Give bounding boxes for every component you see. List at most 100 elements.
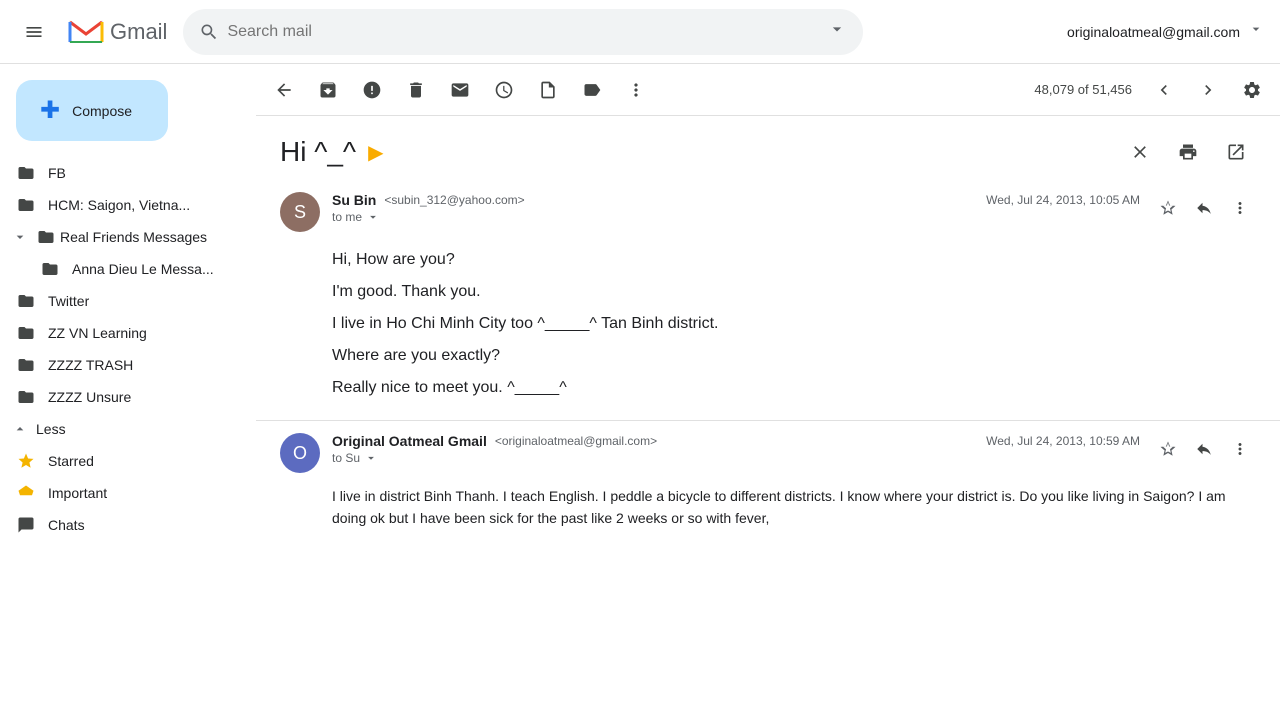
close-thread-button[interactable] xyxy=(1120,132,1160,172)
email-body-line-4: Where are you exactly? xyxy=(332,340,1256,372)
email-action-btns-2 xyxy=(1152,433,1256,465)
sidebar-item-zz-vn[interactable]: ZZ VN Learning xyxy=(0,317,240,349)
search-dropdown-icon[interactable] xyxy=(827,19,847,44)
email-meta-2: Original Oatmeal Gmail <originaloatmeal@… xyxy=(332,433,1140,465)
open-in-new-button[interactable] xyxy=(1216,132,1256,172)
sidebar-item-zzzz-trash[interactable]: ZZZZ TRASH xyxy=(0,349,240,381)
email-action-btns-1 xyxy=(1152,192,1256,224)
sidebar-item-label: ZZZZ Unsure xyxy=(48,389,131,405)
next-email-button[interactable] xyxy=(1188,70,1228,110)
folder-icon xyxy=(16,387,36,407)
email-message-1: S Su Bin <subin_312@yahoo.com> Wed, Jul … xyxy=(256,180,1280,421)
print-button[interactable] xyxy=(1168,132,1208,172)
email-thread: Hi ^_^ ▶ S xyxy=(256,116,1280,720)
sender-line-1: Su Bin <subin_312@yahoo.com> Wed, Jul 24… xyxy=(332,192,1140,208)
sender-email-2: <originaloatmeal@gmail.com> xyxy=(495,434,657,448)
compose-plus-icon: ✚ xyxy=(40,96,60,125)
to-text-1: to me xyxy=(332,210,362,224)
sender-name-2: Original Oatmeal Gmail xyxy=(332,433,487,449)
mark-unread-button[interactable] xyxy=(440,70,480,110)
compose-label: Compose xyxy=(72,103,132,119)
chevron-down-icon xyxy=(364,451,378,465)
folder-icon xyxy=(16,195,36,215)
important-icon xyxy=(16,483,36,503)
reply-button-2[interactable] xyxy=(1188,433,1220,465)
to-text-2: to Su xyxy=(332,451,360,465)
email-body-2: I live in district Binh Thanh. I teach E… xyxy=(280,485,1256,530)
sidebar-item-real-friends[interactable]: Real Friends Messages xyxy=(0,221,240,253)
email-body-line-5: Really nice to meet you. ^_____^ xyxy=(332,372,1256,404)
sidebar: ✚ Compose FB HCM: Saigon, Vietna... xyxy=(0,64,256,720)
folder-icon xyxy=(36,227,56,247)
sidebar-item-label: ZZZZ TRASH xyxy=(48,357,133,373)
snooze-button[interactable] xyxy=(484,70,524,110)
spam-button[interactable] xyxy=(352,70,392,110)
email-message-2: O Original Oatmeal Gmail <originaloatmea… xyxy=(256,421,1280,546)
hamburger-button[interactable] xyxy=(16,14,52,50)
gmail-label: Gmail xyxy=(110,19,167,45)
chevron-down-icon xyxy=(366,210,380,224)
sidebar-item-zzzz-unsure[interactable]: ZZZZ Unsure xyxy=(0,381,240,413)
user-account-dropdown-icon[interactable] xyxy=(1248,21,1264,42)
toolbar: 48,079 of 51,456 xyxy=(256,64,1280,116)
email-body-text-2: I live in district Binh Thanh. I teach E… xyxy=(332,488,1226,526)
star-email-button-2[interactable] xyxy=(1152,433,1184,465)
sidebar-item-less[interactable]: Less xyxy=(0,413,240,445)
email-header-1: S Su Bin <subin_312@yahoo.com> Wed, Jul … xyxy=(280,192,1256,232)
sidebar-item-label: Starred xyxy=(48,453,94,469)
top-bar: Gmail originaloatmeal@gmail.com xyxy=(0,0,1280,64)
email-subject: Hi ^_^ xyxy=(280,136,356,168)
sidebar-item-important[interactable]: Important xyxy=(0,477,240,509)
email-meta-1: Su Bin <subin_312@yahoo.com> Wed, Jul 24… xyxy=(332,192,1140,224)
sidebar-item-chats[interactable]: Chats xyxy=(0,509,240,541)
back-button[interactable] xyxy=(264,70,304,110)
settings-button[interactable] xyxy=(1232,70,1272,110)
subject-actions xyxy=(1120,132,1256,172)
sender-avatar-1: S xyxy=(280,192,320,232)
more-options-button-1[interactable] xyxy=(1224,192,1256,224)
label-button[interactable] xyxy=(572,70,612,110)
email-to-2[interactable]: to Su xyxy=(332,451,1140,465)
email-to-1[interactable]: to me xyxy=(332,210,1140,224)
avatar-initials: O xyxy=(293,443,307,464)
archive-button[interactable] xyxy=(308,70,348,110)
sidebar-item-anna[interactable]: Anna Dieu Le Messa... xyxy=(0,253,240,285)
chevron-up-icon xyxy=(12,421,28,437)
sidebar-item-hcm[interactable]: HCM: Saigon, Vietna... xyxy=(0,189,240,221)
email-body-line-1: Hi, How are you? xyxy=(332,244,1256,276)
more-options-button[interactable] xyxy=(616,70,656,110)
sidebar-item-fb[interactable]: FB xyxy=(0,157,240,189)
reply-button-1[interactable] xyxy=(1188,192,1220,224)
email-subject-header: Hi ^_^ ▶ xyxy=(256,116,1280,180)
email-date-2: Wed, Jul 24, 2013, 10:59 AM xyxy=(986,434,1140,448)
delete-button[interactable] xyxy=(396,70,436,110)
move-to-button[interactable] xyxy=(528,70,568,110)
sidebar-item-label: Chats xyxy=(48,517,85,533)
main-layout: ✚ Compose FB HCM: Saigon, Vietna... xyxy=(0,64,1280,720)
compose-button[interactable]: ✚ Compose xyxy=(16,80,168,141)
user-email[interactable]: originaloatmeal@gmail.com xyxy=(1067,24,1240,40)
sidebar-item-starred[interactable]: Starred xyxy=(0,445,240,477)
content-area: 48,079 of 51,456 Hi ^_^ ▶ xyxy=(256,64,1280,720)
sender-email-1: <subin_312@yahoo.com> xyxy=(384,193,524,207)
avatar-initials: S xyxy=(294,202,306,223)
sidebar-item-label: Important xyxy=(48,485,107,501)
prev-email-button[interactable] xyxy=(1144,70,1184,110)
sidebar-item-label: Twitter xyxy=(48,293,89,309)
folder-icon xyxy=(16,163,36,183)
star-email-button-1[interactable] xyxy=(1152,192,1184,224)
folder-icon xyxy=(16,355,36,375)
star-icon xyxy=(16,451,36,471)
user-area: originaloatmeal@gmail.com xyxy=(1067,21,1264,42)
sidebar-item-label: ZZ VN Learning xyxy=(48,325,147,341)
email-header-2: O Original Oatmeal Gmail <originaloatmea… xyxy=(280,433,1256,473)
subject-label-icon: ▶ xyxy=(368,140,383,165)
sidebar-item-twitter[interactable]: Twitter xyxy=(0,285,240,317)
gmail-logo[interactable]: Gmail xyxy=(68,14,167,50)
sidebar-item-label: Anna Dieu Le Messa... xyxy=(72,261,214,277)
more-options-button-2[interactable] xyxy=(1224,433,1256,465)
search-input[interactable] xyxy=(227,23,819,41)
search-icon xyxy=(199,22,219,42)
email-date-1: Wed, Jul 24, 2013, 10:05 AM xyxy=(986,193,1140,207)
sidebar-item-label: FB xyxy=(48,165,66,181)
